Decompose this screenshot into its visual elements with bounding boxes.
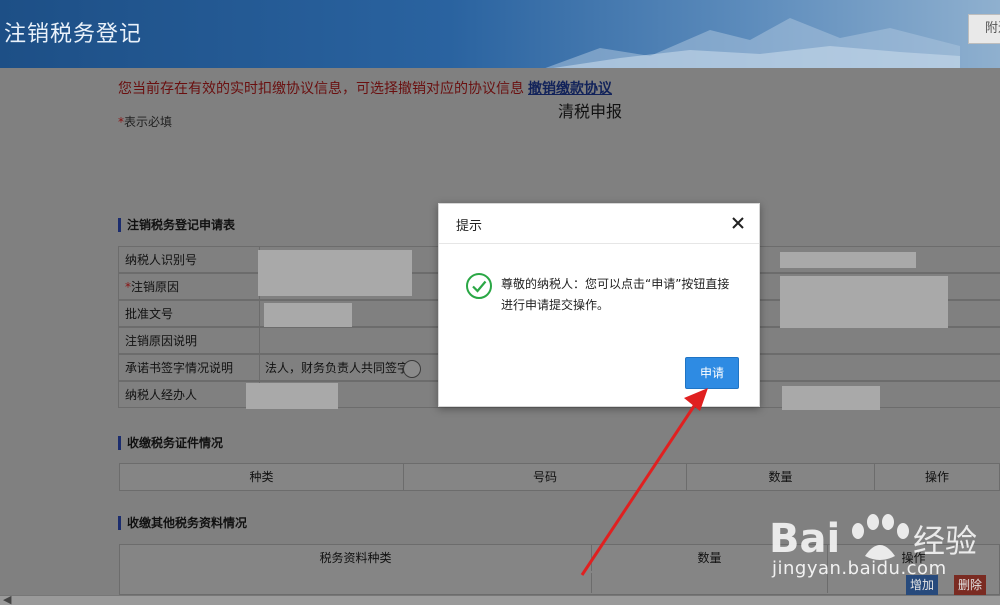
scroll-left-icon[interactable]: ◀ — [3, 593, 11, 605]
mountain-graphic — [545, 18, 960, 68]
column-header: 号码 — [404, 464, 687, 490]
dialog-message: 尊敬的纳税人：您可以点击“申请”按钮直接进行申请提交操作。 — [501, 277, 730, 312]
baidu-watermark-logo: Bai 经验 — [769, 514, 977, 562]
form-label: 纳税人识别号 — [118, 247, 260, 273]
close-icon[interactable] — [731, 216, 745, 230]
form-label: 注销原因说明 — [118, 328, 260, 354]
section-title-other-materials: 收缴其他税务资料情况 — [118, 516, 247, 530]
agent-field[interactable] — [246, 383, 338, 409]
table-cell — [120, 573, 592, 593]
revoke-protocol-link[interactable]: 撤销缴款协议 — [528, 81, 612, 97]
column-header: 种类 — [120, 464, 404, 490]
right-field-2[interactable] — [780, 276, 948, 328]
app-header: 注销税务登记 附近 — [0, 0, 1000, 68]
column-header: 操作 — [924, 470, 949, 484]
protocol-notice: 您当前存在有效的实时扣缴协议信息，可选择撤销对应的协议信息 撤销缴款协议 — [118, 78, 612, 98]
signature-radio[interactable] — [403, 360, 421, 378]
section-title-certificates: 收缴税务证件情况 — [118, 436, 223, 450]
form-label: *注销原因 — [118, 274, 260, 300]
page-header-title: 注销税务登记 — [4, 22, 143, 47]
svg-text:Bai: Bai — [769, 516, 840, 562]
apply-button[interactable]: 申请 — [685, 357, 739, 389]
signature-option-label: 法人，财务负责人共同签字 — [265, 361, 410, 375]
page-title: 清税申报 — [557, 102, 622, 121]
column-header: 数量 — [687, 464, 875, 490]
taxpayer-id-field[interactable] — [258, 250, 412, 296]
required-hint: *表示必填 — [118, 113, 172, 130]
right-field-3[interactable] — [782, 386, 880, 410]
success-check-icon — [466, 273, 492, 299]
dialog-header: 提示 — [439, 204, 759, 244]
right-field-1[interactable] — [780, 252, 916, 268]
column-header: 税务资料种类 — [120, 545, 592, 571]
section-title-application: 注销税务登记申请表 — [118, 218, 235, 232]
top-right-button[interactable]: 附近 — [968, 14, 1000, 44]
approval-no-field[interactable] — [264, 303, 352, 327]
form-label: 批准文号 — [118, 301, 260, 327]
certificates-table-header: 种类 号码 数量 操作 — [119, 463, 1000, 491]
dialog-title: 提示 — [456, 219, 483, 234]
svg-text:经验: 经验 — [913, 522, 977, 560]
form-label: 承诺书签字情况说明 — [118, 355, 260, 381]
tip-dialog: 提示 尊敬的纳税人：您可以点击“申请”按钮直接进行申请提交操作。 申请 — [438, 203, 760, 407]
watermark-url: jingyan.baidu.com — [772, 558, 947, 579]
required-text: 表示必填 — [124, 115, 173, 129]
form-label: 纳税人经办人 — [118, 382, 260, 408]
notice-text: 您当前存在有效的实时扣缴协议信息，可选择撤销对应的协议信息 — [118, 81, 524, 97]
